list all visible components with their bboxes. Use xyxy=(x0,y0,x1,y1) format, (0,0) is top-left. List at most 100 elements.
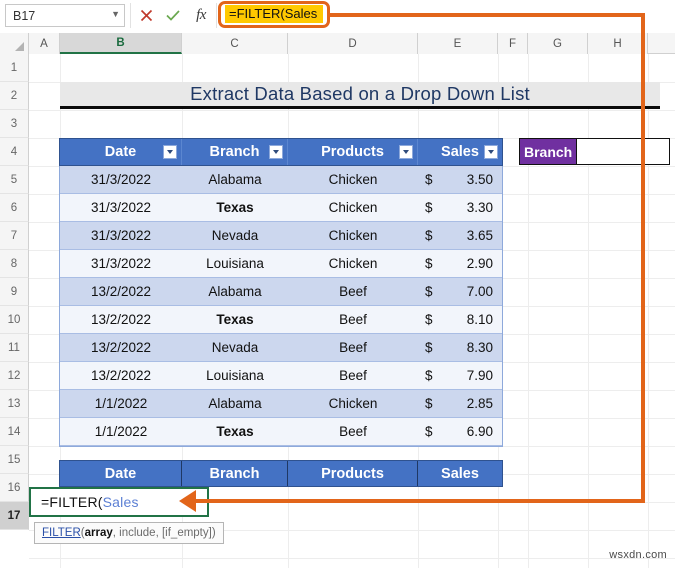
gridline xyxy=(648,54,649,568)
cell-products: Beef xyxy=(288,418,418,446)
sales-amount: 3.50 xyxy=(466,172,493,187)
column-header-c[interactable]: C xyxy=(182,33,288,54)
branch-value-cell[interactable] xyxy=(577,139,669,164)
row-header-5[interactable]: 5 xyxy=(0,166,29,194)
row-header-12[interactable]: 12 xyxy=(0,362,29,390)
output-header-branch: Branch xyxy=(182,461,288,486)
row-header-11[interactable]: 11 xyxy=(0,334,29,362)
cell-date: 31/3/2022 xyxy=(60,166,182,194)
cell-sales: $7.90 xyxy=(418,362,502,390)
table-row[interactable]: 13/2/2022 Alabama Beef $7.00 xyxy=(60,278,502,306)
sales-amount: 3.65 xyxy=(466,228,493,243)
currency-symbol: $ xyxy=(425,312,433,327)
column-header-a[interactable]: A xyxy=(29,33,60,54)
cancel-x-icon[interactable] xyxy=(134,4,158,27)
filter-dropdown-icon[interactable] xyxy=(484,145,498,159)
cell-sales: $2.90 xyxy=(418,250,502,278)
row-header-14[interactable]: 14 xyxy=(0,418,29,446)
row-header-4[interactable]: 4 xyxy=(0,138,29,166)
output-header-products: Products xyxy=(288,461,418,486)
table-row[interactable]: 31/3/2022 Alabama Chicken $3.50 xyxy=(60,166,502,194)
sales-amount: 8.30 xyxy=(466,340,493,355)
caret-icon xyxy=(273,150,279,154)
column-header-b[interactable]: B xyxy=(60,33,182,54)
sales-amount: 2.85 xyxy=(466,396,493,411)
branch-dropdown-selector[interactable]: Branch xyxy=(519,138,670,165)
cell-branch: Nevada xyxy=(182,222,288,250)
cell-branch: Texas xyxy=(182,306,288,334)
column-header-h[interactable]: H xyxy=(588,33,648,54)
cell-products: Beef xyxy=(288,334,418,362)
currency-symbol: $ xyxy=(425,340,433,355)
table-row[interactable]: 13/2/2022 Louisiana Beef $7.90 xyxy=(60,362,502,390)
chevron-down-icon[interactable]: ▼ xyxy=(111,10,120,21)
row-header-6[interactable]: 6 xyxy=(0,194,29,222)
table-header-label: Branch xyxy=(209,144,260,160)
cell-branch: Louisiana xyxy=(182,362,288,390)
cell-date: 1/1/2022 xyxy=(60,390,182,418)
branch-label: Branch xyxy=(520,139,578,164)
currency-symbol: $ xyxy=(425,172,433,187)
table-row[interactable]: 13/2/2022 Texas Beef $8.10 xyxy=(60,306,502,334)
annotation-segment-top xyxy=(329,13,645,17)
cell-branch: Texas xyxy=(182,194,288,222)
source-table-header: Date Branch Products Sales xyxy=(59,138,503,166)
row-header-1[interactable]: 1 xyxy=(0,54,29,82)
currency-symbol: $ xyxy=(425,256,433,271)
formula-prefix: =FILTER( xyxy=(41,494,103,510)
cell-sales: $8.10 xyxy=(418,306,502,334)
cell-sales: $2.85 xyxy=(418,390,502,418)
row-header-9[interactable]: 9 xyxy=(0,278,29,306)
column-header-e[interactable]: E xyxy=(418,33,498,54)
column-header-f[interactable]: F xyxy=(498,33,528,54)
sales-amount: 3.30 xyxy=(466,200,493,215)
row-header-2[interactable]: 2 xyxy=(0,82,29,110)
row-header-10[interactable]: 10 xyxy=(0,306,29,334)
table-row[interactable]: 1/1/2022 Alabama Chicken $2.85 xyxy=(60,390,502,418)
gridline xyxy=(588,54,589,568)
cell-sales: $8.30 xyxy=(418,334,502,362)
cell-sales: $3.50 xyxy=(418,166,502,194)
cell-products: Chicken xyxy=(288,166,418,194)
divider xyxy=(216,3,217,28)
gridline xyxy=(29,110,675,111)
cell-date: 13/2/2022 xyxy=(60,362,182,390)
currency-symbol: $ xyxy=(425,368,433,383)
row-header-15[interactable]: 15 xyxy=(0,446,29,474)
row-header-17[interactable]: 17 xyxy=(0,502,29,530)
worksheet-grid: Extract Data Based on a Drop Down List B… xyxy=(29,54,675,568)
cell-date: 1/1/2022 xyxy=(60,418,182,446)
tooltip-function-name[interactable]: FILTER xyxy=(42,527,81,539)
enter-check-icon[interactable] xyxy=(161,4,185,27)
row-header-13[interactable]: 13 xyxy=(0,390,29,418)
column-header-d[interactable]: D xyxy=(288,33,418,54)
cell-sales: $3.30 xyxy=(418,194,502,222)
table-row[interactable]: 31/3/2022 Louisiana Chicken $2.90 xyxy=(60,250,502,278)
fx-insert-function-icon[interactable]: fx xyxy=(189,4,213,27)
cell-branch: Alabama xyxy=(182,278,288,306)
cell-sales: $7.00 xyxy=(418,278,502,306)
filter-dropdown-icon[interactable] xyxy=(269,145,283,159)
cell-products: Chicken xyxy=(288,250,418,278)
row-header-8[interactable]: 8 xyxy=(0,250,29,278)
currency-symbol: $ xyxy=(425,228,433,243)
filter-dropdown-icon[interactable] xyxy=(163,145,177,159)
currency-symbol: $ xyxy=(425,284,433,299)
select-all-corner[interactable] xyxy=(0,33,29,54)
table-header-products: Products xyxy=(288,139,418,165)
row-header-3[interactable]: 3 xyxy=(0,110,29,138)
annotation-arrow-head xyxy=(179,490,196,512)
column-header-g[interactable]: G xyxy=(528,33,588,54)
cell-products: Chicken xyxy=(288,222,418,250)
output-table-header: Date Branch Products Sales xyxy=(59,460,503,487)
name-box[interactable]: B17 ▼ xyxy=(5,4,125,27)
row-header-16[interactable]: 16 xyxy=(0,474,29,502)
table-row[interactable]: 31/3/2022 Nevada Chicken $3.65 xyxy=(60,222,502,250)
table-row[interactable]: 1/1/2022 Texas Beef $6.90 xyxy=(60,418,502,446)
table-header-date: Date xyxy=(60,139,182,165)
table-row[interactable]: 31/3/2022 Texas Chicken $3.30 xyxy=(60,194,502,222)
table-row[interactable]: 13/2/2022 Nevada Beef $8.30 xyxy=(60,334,502,362)
filter-dropdown-icon[interactable] xyxy=(399,145,413,159)
row-header-7[interactable]: 7 xyxy=(0,222,29,250)
annotation-segment-bottom xyxy=(196,499,645,503)
